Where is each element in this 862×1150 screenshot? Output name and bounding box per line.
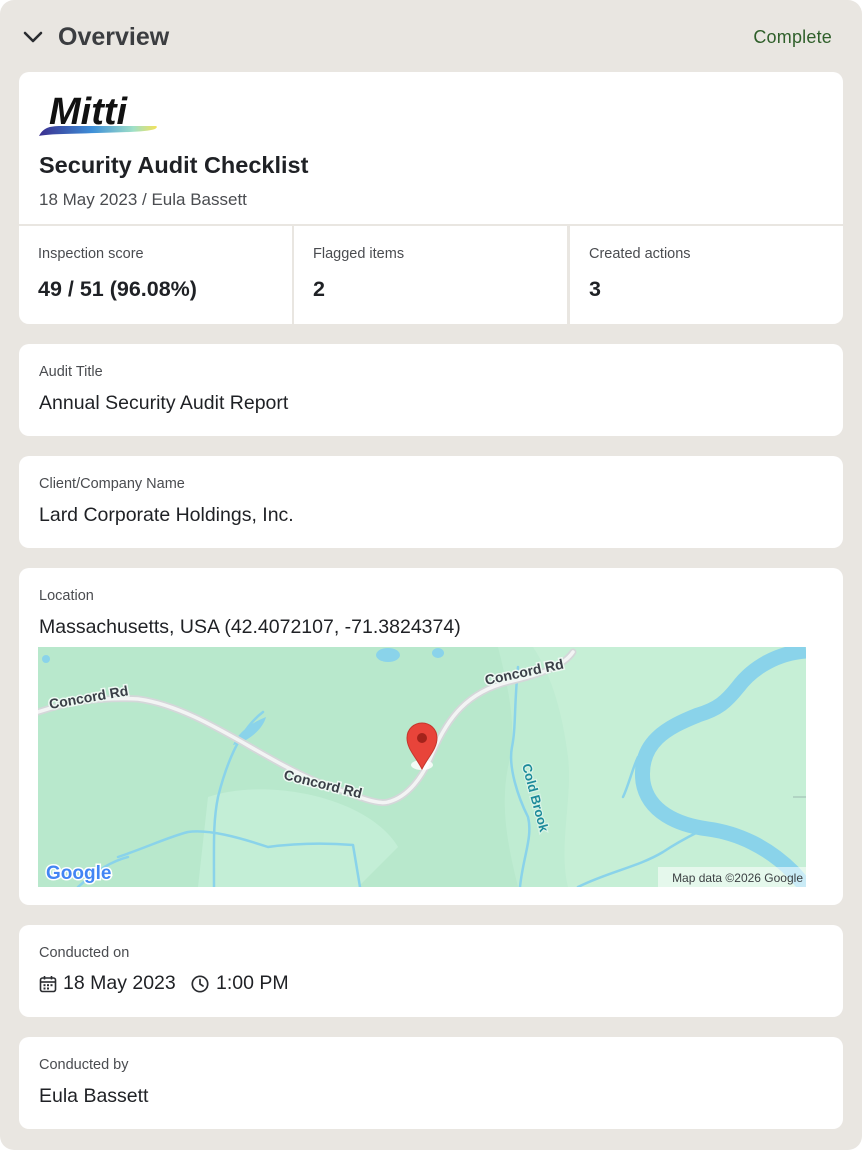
field-label: Location xyxy=(39,588,94,604)
map-attribution[interactable]: Map data ©2026 Google xyxy=(672,871,803,885)
report-title: Security Audit Checklist xyxy=(39,152,309,178)
field-label: Audit Title xyxy=(39,364,103,380)
stat-label: Inspection score xyxy=(38,246,144,262)
field-value: Massachusetts, USA (42.4072107, -71.3824… xyxy=(39,616,461,638)
stat-value: 49 / 51 (96.08%) xyxy=(38,277,197,301)
stat-flagged-items[interactable]: Flagged items 2 xyxy=(294,226,567,324)
stat-label: Flagged items xyxy=(313,246,405,262)
field-label: Conducted on xyxy=(39,945,130,961)
conducted-on-card: Conducted on 18 May 2023 1:00 PM xyxy=(19,925,843,1017)
client-card: Client/Company Name Lard Corporate Holdi… xyxy=(19,456,843,548)
report-summary-card: Mitti Security Audit Checklist 18 May 20… xyxy=(19,72,843,324)
overview-panel: Overview Complete Mitti Security Audit C… xyxy=(0,0,862,1150)
stat-inspection-score: Inspection score 49 / 51 (96.08%) xyxy=(19,226,292,324)
conducted-by-card: Conducted by Eula Bassett xyxy=(19,1037,843,1129)
field-value: Eula Bassett xyxy=(39,1085,149,1107)
overview-header[interactable]: Overview Complete xyxy=(0,0,862,72)
stat-label: Created actions xyxy=(589,246,691,262)
audit-title-card: Audit Title Annual Security Audit Report xyxy=(19,344,843,436)
field-value: Annual Security Audit Report xyxy=(39,392,289,414)
conducted-date: 18 May 2023 xyxy=(63,972,176,994)
clock-icon xyxy=(191,975,209,993)
calendar-icon xyxy=(39,976,57,993)
location-card: Location Massachusetts, USA (42.4072107,… xyxy=(19,568,843,905)
report-subtitle: 18 May 2023 / Eula Bassett xyxy=(39,190,247,209)
stat-value: 2 xyxy=(313,277,325,301)
stats-row: Inspection score 49 / 51 (96.08%) Flagge… xyxy=(19,224,843,324)
location-map[interactable]: Concord Rd Concord Rd Concord Rd Cold Br… xyxy=(38,647,806,887)
chevron-down-icon[interactable] xyxy=(22,26,44,48)
field-label: Client/Company Name xyxy=(39,476,185,492)
google-logo: Google xyxy=(46,863,111,884)
field-label: Conducted by xyxy=(39,1057,129,1073)
stat-value: 3 xyxy=(589,277,601,301)
field-value: Lard Corporate Holdings, Inc. xyxy=(39,504,294,526)
stat-created-actions[interactable]: Created actions 3 xyxy=(570,226,843,324)
conducted-time: 1:00 PM xyxy=(216,972,289,994)
section-title: Overview xyxy=(58,23,170,51)
company-logo: Mitti xyxy=(39,91,157,136)
status-badge: Complete xyxy=(753,27,832,47)
